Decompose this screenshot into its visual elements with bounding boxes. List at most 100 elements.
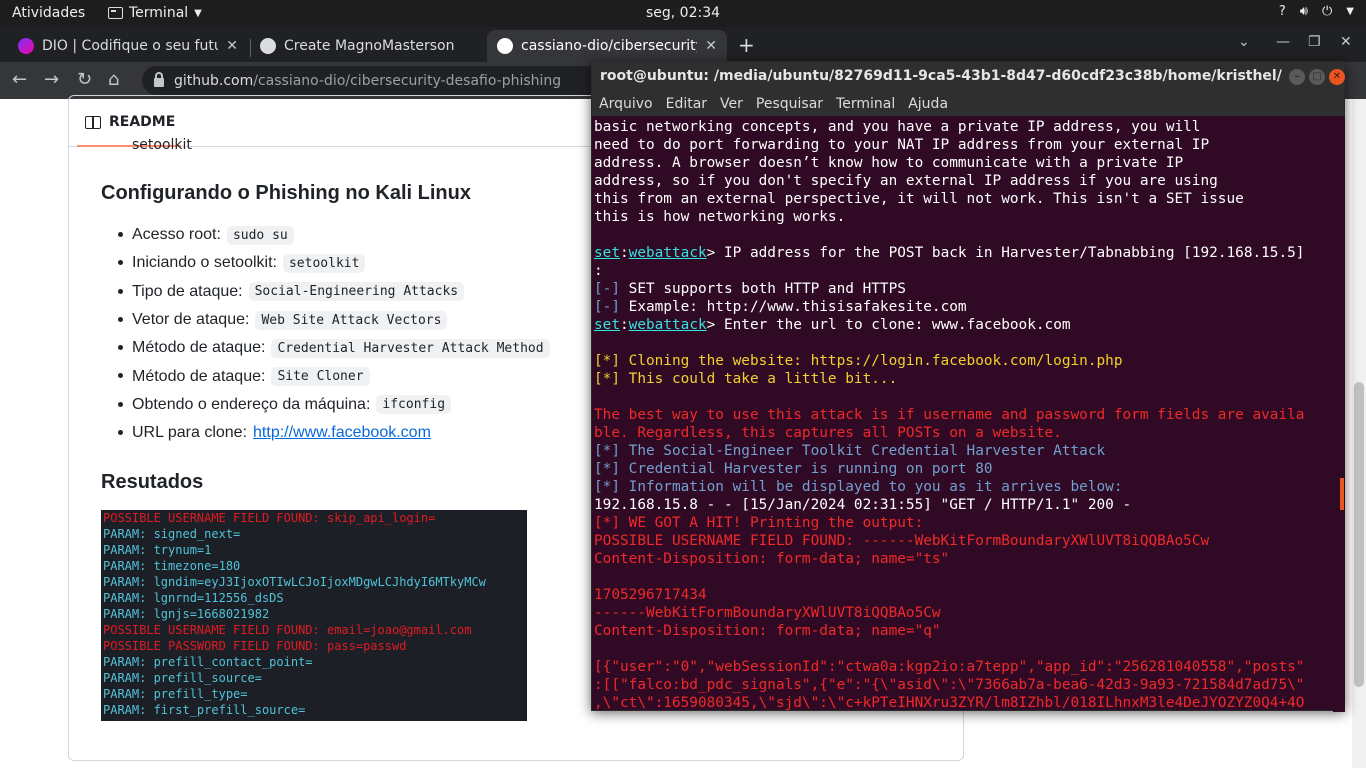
menu-pesquisar[interactable]: Pesquisar [756, 96, 823, 112]
terminal-line: Content-Disposition: form-data; name="q" [594, 623, 941, 639]
caret-down-icon[interactable]: ▼ [1346, 6, 1354, 17]
menu-ajuda[interactable]: Ajuda [908, 96, 948, 112]
terminal-line: 1705296717434 [594, 587, 707, 603]
inline-code: ifconfig [376, 395, 452, 415]
close-window-icon[interactable]: ✕ [1340, 34, 1352, 50]
menu-arquivo[interactable]: Arquivo [599, 96, 653, 112]
list-item: Acesso root: sudo su [118, 221, 550, 249]
terminal-line: [-] Example: http://www.thisisafakesite.… [594, 299, 967, 315]
cutoff-text: setoolkit [132, 137, 192, 153]
lock-icon[interactable] [154, 72, 164, 87]
screenshot-line: PARAM: signed_next= [103, 527, 241, 541]
terminal-window[interactable]: root@ubuntu: /media/ubuntu/82769d11-9ca5… [591, 61, 1345, 712]
list-item: URL para clone: http://www.facebook.com [118, 419, 550, 447]
terminal-line: [*] Cloning the website: https://login.f… [594, 353, 1123, 369]
section-title-results: Resutados [101, 471, 204, 493]
terminal-line: [*] The Social-Engineer Toolkit Credenti… [594, 443, 1106, 459]
url-path: /cassiano-dio/cibersecurity-desafio-phis… [253, 72, 562, 89]
app-menu-label: Terminal [129, 5, 189, 21]
list-item: Tipo de ataque: Social-Engineering Attack… [118, 278, 550, 306]
help-icon[interactable]: ? [1279, 4, 1286, 19]
power-icon[interactable]: ⏻ [1322, 4, 1332, 19]
terminal-line: 192.168.15.8 - - [15/Jan/2024 02:31:55] … [594, 497, 1132, 513]
gnome-top-bar: Atividades Terminal ▼ seg, 02:34 ? 🔊︎ ⏻ … [0, 0, 1366, 27]
minimize-icon[interactable]: – [1289, 69, 1305, 85]
terminal-line: : [594, 263, 603, 279]
minimize-icon[interactable]: — [1276, 34, 1290, 50]
speaker-icon[interactable]: 🔊︎ [1300, 4, 1308, 19]
terminal-line: ------WebKitFormBoundaryXWlUVT8iQQBAo5Cw [594, 605, 941, 621]
tab-search-chevron-icon[interactable]: ⌄ [1238, 34, 1250, 50]
tab-dio[interactable]: DIO | Codifique o seu futuro ✕ [8, 30, 248, 62]
menu-editar[interactable]: Editar [666, 96, 707, 112]
inline-code: Web Site Attack Vectors [255, 310, 448, 330]
list-item: Vetor de ataque: Web Site Attack Vectors [118, 306, 550, 334]
terminal-output[interactable]: basic networking concepts, and you have … [594, 118, 1332, 712]
section-title-phishing: Configurando o Phishing no Kali Linux [101, 182, 471, 204]
menu-terminal[interactable]: Terminal [836, 96, 895, 112]
inline-code: sudo su [226, 225, 294, 245]
book-icon [85, 115, 101, 129]
terminal-line: address. A browser doesn’t know how to c… [594, 155, 1184, 171]
terminal-line: [*] Credential Harvester is running on p… [594, 461, 993, 477]
terminal-line: ,\"ct\":1659080345,\"sjd\":\"c+kPTeIHNXr… [594, 695, 1305, 711]
menu-ver[interactable]: Ver [720, 96, 743, 112]
inline-code: Site Cloner [271, 367, 370, 387]
terminal-line: [*] Information will be displayed to you… [594, 479, 1123, 495]
clock[interactable]: seg, 02:34 [646, 5, 720, 21]
terminal-line: basic networking concepts, and you have … [594, 119, 1201, 135]
terminal-line: :[["falco:bd_pdc_signals",{"e":"{\"asid\… [594, 677, 1305, 693]
terminal-line: [{"user":"0","webSessionId":"ctwa0a:kgp2… [594, 659, 1305, 675]
readme-tab-label: README [109, 114, 176, 130]
screenshot-line: PARAM: prefill_contact_point= [103, 655, 313, 669]
tab-create-magnomasterson[interactable]: Create MagnoMasterson [250, 30, 486, 62]
page-scrollbar[interactable] [1352, 99, 1366, 768]
close-icon[interactable]: ✕ [226, 38, 238, 54]
readme-tab[interactable]: README [85, 114, 175, 130]
url-host: github.com [174, 72, 254, 89]
restore-icon[interactable]: ❐ [1308, 34, 1321, 50]
system-tray[interactable]: ? 🔊︎ ⏻ ▼ [1279, 4, 1354, 19]
new-tab-button[interactable]: + [738, 33, 755, 57]
terminal-line: ble. Regardless, this captures all POSTs… [594, 425, 1062, 441]
inline-code: setoolkit [282, 253, 366, 273]
github-icon [497, 38, 513, 54]
facebook-link[interactable]: http://www.facebook.com [253, 424, 431, 442]
terminal-scrollbar[interactable] [1333, 118, 1345, 712]
github-icon [260, 38, 276, 54]
terminal-line: set:webattack> IP address for the POST b… [594, 245, 1305, 261]
home-icon[interactable]: ⌂ [108, 69, 119, 90]
terminal-line: this is how networking works. [594, 209, 846, 225]
screenshot-line: PARAM: lgndim=eyJ3IjoxOTIwLCJoIjoxMDgwLC… [103, 575, 486, 589]
maximize-icon[interactable]: □ [1309, 69, 1325, 85]
screenshot-line: PARAM: prefill_type= [103, 687, 248, 701]
screenshot-line: PARAM: lgnjs=1668021982 [103, 607, 270, 621]
app-menu[interactable]: Terminal ▼ [108, 5, 202, 21]
screenshot-line: PARAM: first_prefill_source= [103, 703, 306, 717]
inline-code: Social-Engineering Attacks [248, 282, 465, 302]
terminal-title: root@ubuntu: /media/ubuntu/82769d11-9ca5… [600, 68, 1282, 84]
close-icon[interactable]: ✕ [1329, 69, 1345, 85]
caret-down-icon: ▼ [194, 7, 202, 19]
screenshot-line: POSSIBLE USERNAME FIELD FOUND: skip_api_… [103, 511, 436, 525]
tab-cibersecurity-repo[interactable]: cassiano-dio/cibersecurity-desafio-phish… [487, 30, 727, 62]
terminal-titlebar[interactable]: root@ubuntu: /media/ubuntu/82769d11-9ca5… [592, 62, 1345, 92]
scrollbar-thumb[interactable] [1354, 382, 1364, 687]
close-icon[interactable]: ✕ [705, 38, 717, 54]
terminal-line: Content-Disposition: form-data; name="ts… [594, 551, 950, 567]
inline-code: Credential Harvester Attack Method [271, 338, 550, 358]
back-arrow-icon[interactable]: ← [12, 69, 27, 90]
terminal-line: need to do port forwarding to your NAT I… [594, 137, 1210, 153]
forward-arrow-icon[interactable]: → [44, 69, 59, 90]
list-item: Método de ataque: Credential Harvester At… [118, 334, 550, 362]
terminal-line: POSSIBLE USERNAME FIELD FOUND: ------Web… [594, 533, 1210, 549]
terminal-line: [*] This could take a little bit... [594, 371, 898, 387]
terminal-line: [-] SET supports both HTTP and HTTPS [594, 281, 906, 297]
results-screenshot: POSSIBLE USERNAME FIELD FOUND: skip_api_… [101, 510, 527, 721]
reload-icon[interactable]: ↻ [77, 69, 92, 90]
activities-button[interactable]: Atividades [12, 5, 85, 21]
terminal-line: this from an external perspective, it wi… [594, 191, 1244, 207]
